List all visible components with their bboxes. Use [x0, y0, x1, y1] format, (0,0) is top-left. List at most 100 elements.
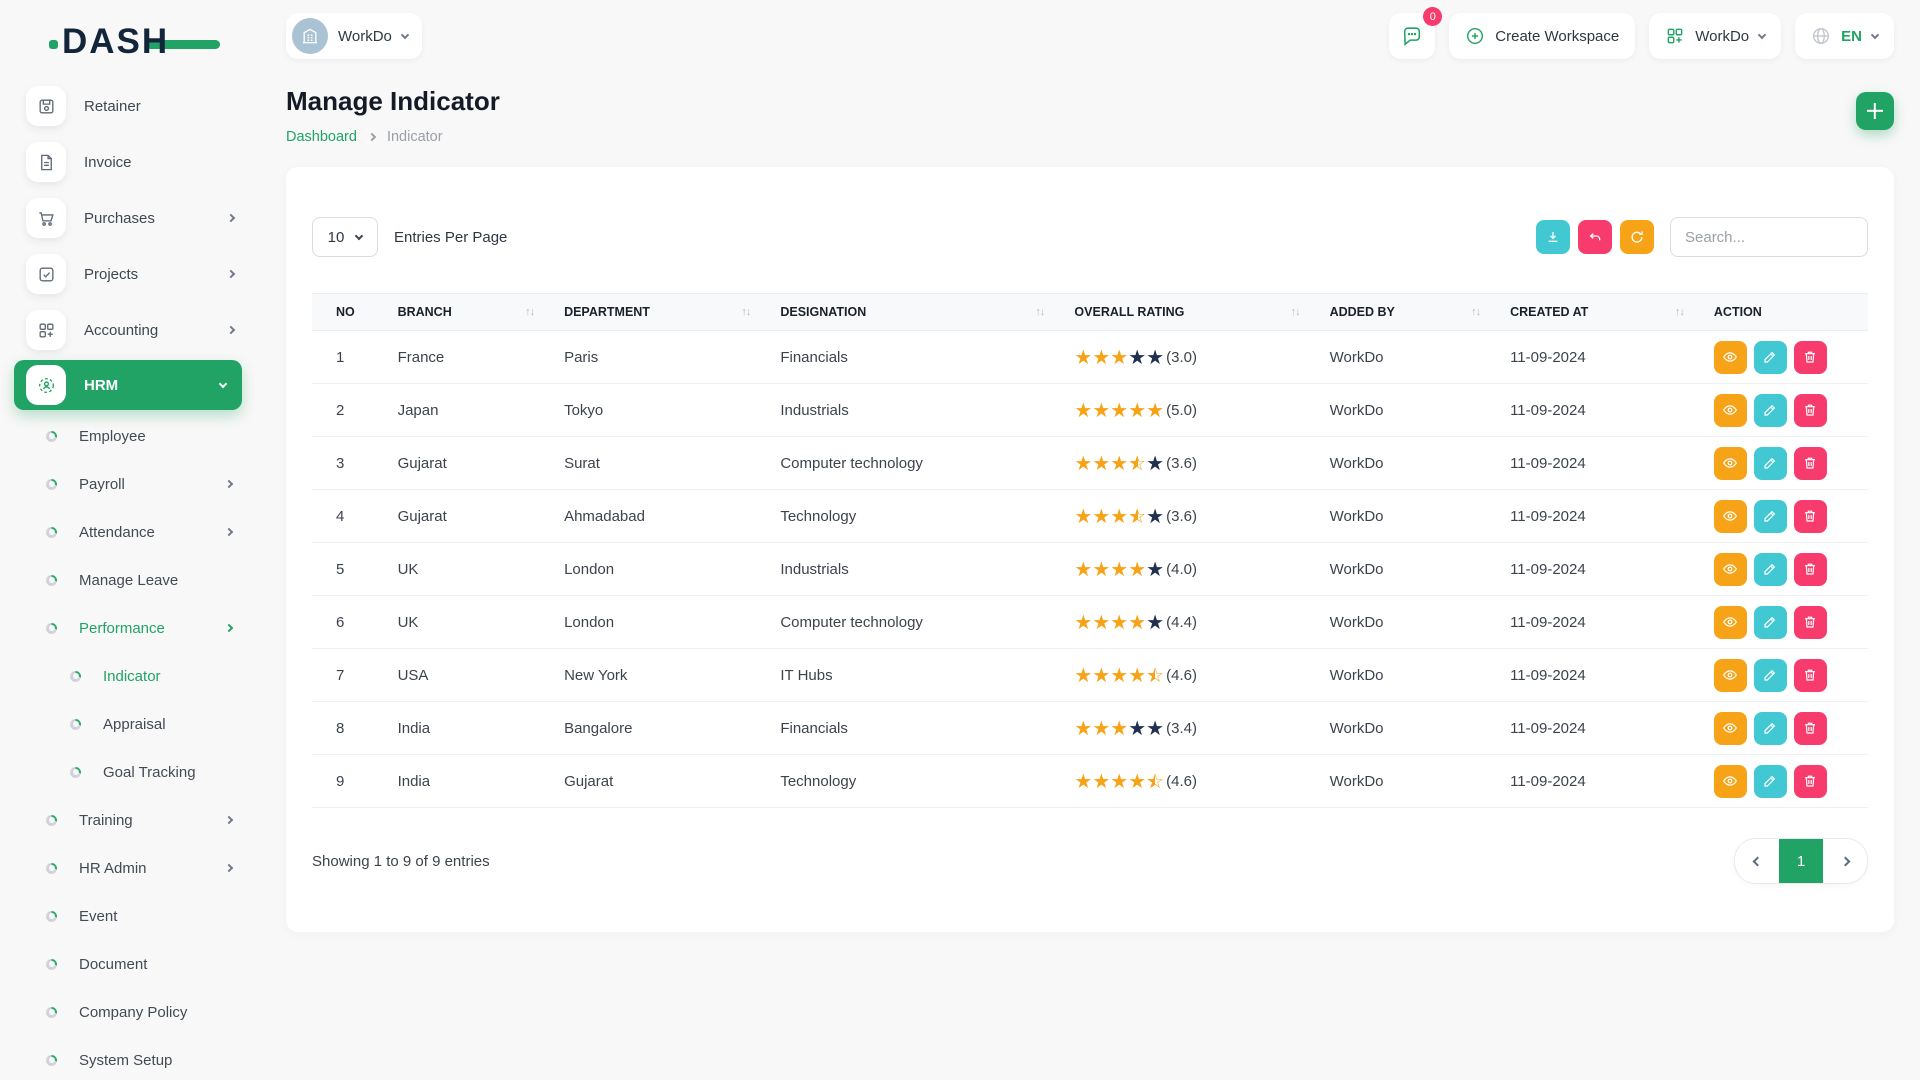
edit-button[interactable] — [1754, 553, 1787, 586]
view-button[interactable] — [1714, 553, 1747, 586]
circle-plus-icon — [1465, 26, 1485, 46]
view-button[interactable] — [1714, 447, 1747, 480]
cell-no: 7 — [312, 649, 398, 702]
cell-department: Tokyo — [564, 384, 780, 437]
sidebar-item-company-policy[interactable]: Company Policy — [0, 988, 256, 1036]
page-1-button[interactable]: 1 — [1779, 839, 1823, 883]
table-toolbar: 10 Entries Per Page — [312, 217, 1868, 257]
sidebar-item-payroll[interactable]: Payroll — [0, 460, 256, 508]
prev-page-button[interactable] — [1735, 839, 1779, 883]
view-button[interactable] — [1714, 659, 1747, 692]
delete-button[interactable] — [1794, 500, 1827, 533]
delete-button[interactable] — [1794, 606, 1827, 639]
add-indicator-button[interactable] — [1856, 92, 1894, 130]
sidebar-item-goal-tracking[interactable]: Goal Tracking — [0, 748, 256, 796]
reset-button[interactable] — [1578, 220, 1612, 254]
sidebar-item-purchases[interactable]: Purchases — [0, 190, 256, 246]
view-button[interactable] — [1714, 712, 1747, 745]
bullet-icon — [70, 719, 81, 730]
messages-button[interactable]: 0 — [1389, 13, 1435, 59]
edit-button[interactable] — [1754, 712, 1787, 745]
delete-button[interactable] — [1794, 341, 1827, 374]
breadcrumb-dashboard-link[interactable]: Dashboard — [286, 129, 357, 145]
edit-button[interactable] — [1754, 765, 1787, 798]
chevron-right-icon — [227, 214, 235, 222]
refresh-button[interactable] — [1620, 220, 1654, 254]
trash-icon — [1802, 773, 1818, 789]
next-page-button[interactable] — [1823, 839, 1867, 883]
search-input[interactable] — [1670, 217, 1868, 257]
cell-branch: France — [398, 331, 564, 384]
delete-button[interactable] — [1794, 394, 1827, 427]
delete-button[interactable] — [1794, 447, 1827, 480]
sidebar-item-performance[interactable]: Performance — [0, 604, 256, 652]
column-label: DESIGNATION — [780, 305, 866, 319]
sidebar-item-hrm[interactable]: HRM — [14, 360, 242, 410]
star-filled-icon: ★ — [1110, 718, 1128, 738]
delete-button[interactable] — [1794, 712, 1827, 745]
sidebar-item-projects[interactable]: Projects — [0, 246, 256, 302]
cell-designation: Industrials — [780, 543, 1074, 596]
main-content: WorkDo 0 Create Workspace WorkDo — [256, 0, 1920, 932]
rating-value: (3.6) — [1166, 455, 1197, 472]
bullet-icon — [46, 527, 57, 538]
sidebar-item-document[interactable]: Document — [0, 940, 256, 988]
column-header-designation[interactable]: DESIGNATION↑↓ — [780, 294, 1074, 331]
sidebar-item-training[interactable]: Training — [0, 796, 256, 844]
column-header-created-at[interactable]: CREATED AT↑↓ — [1510, 294, 1714, 331]
workspace-menu-button[interactable]: WorkDo — [1649, 13, 1781, 59]
sidebar-item-label: Payroll — [79, 476, 125, 493]
sidebar-item-event[interactable]: Event — [0, 892, 256, 940]
entries-per-page-select[interactable]: 10 — [312, 217, 378, 257]
view-button[interactable] — [1714, 394, 1747, 427]
bullet-icon — [46, 623, 57, 634]
cell-department: Bangalore — [564, 702, 780, 755]
sidebar-item-attendance[interactable]: Attendance — [0, 508, 256, 556]
sidebar-item-manage-leave[interactable]: Manage Leave — [0, 556, 256, 604]
sidebar-item-hr-admin[interactable]: HR Admin — [0, 844, 256, 892]
column-header-overall-rating[interactable]: OVERALL RATING↑↓ — [1074, 294, 1329, 331]
delete-button[interactable] — [1794, 765, 1827, 798]
refresh-icon — [1629, 229, 1645, 245]
star-filled-icon: ★ — [1092, 400, 1110, 420]
cell-no: 8 — [312, 702, 398, 755]
view-button[interactable] — [1714, 500, 1747, 533]
edit-button[interactable] — [1754, 659, 1787, 692]
sidebar-item-accounting[interactable]: Accounting — [0, 302, 256, 358]
app-logo[interactable]: DASH — [62, 22, 222, 66]
star-filled-icon: ★ — [1128, 612, 1146, 632]
column-header-branch[interactable]: BRANCH↑↓ — [398, 294, 564, 331]
language-button[interactable]: EN — [1795, 13, 1894, 59]
create-workspace-button[interactable]: Create Workspace — [1449, 13, 1635, 59]
column-header-department[interactable]: DEPARTMENT↑↓ — [564, 294, 780, 331]
delete-button[interactable] — [1794, 553, 1827, 586]
cell-added-by: WorkDo — [1330, 702, 1510, 755]
delete-button[interactable] — [1794, 659, 1827, 692]
building-icon — [300, 26, 320, 46]
floppy-icon — [26, 86, 66, 126]
star-filled-icon: ★ — [1074, 453, 1092, 473]
edit-button[interactable] — [1754, 341, 1787, 374]
view-button[interactable] — [1714, 341, 1747, 374]
view-button[interactable] — [1714, 765, 1747, 798]
export-button[interactable] — [1536, 220, 1570, 254]
column-header-added-by[interactable]: ADDED BY↑↓ — [1330, 294, 1510, 331]
sidebar-item-system-setup[interactable]: System Setup — [0, 1036, 256, 1080]
edit-button[interactable] — [1754, 606, 1787, 639]
sidebar-item-indicator[interactable]: Indicator — [0, 652, 256, 700]
cell-added-by: WorkDo — [1330, 649, 1510, 702]
view-button[interactable] — [1714, 606, 1747, 639]
edit-button[interactable] — [1754, 500, 1787, 533]
cell-overall-rating: ★★★★☆★(4.6) — [1074, 649, 1329, 702]
workspace-switcher[interactable]: WorkDo — [286, 13, 422, 59]
edit-button[interactable] — [1754, 394, 1787, 427]
create-workspace-label: Create Workspace — [1495, 28, 1619, 45]
table-row: 8IndiaBangaloreFinancials★★★★★(3.4)WorkD… — [312, 702, 1868, 755]
cart-icon — [26, 198, 66, 238]
sidebar-item-employee[interactable]: Employee — [0, 412, 256, 460]
star-filled-icon: ★ — [1110, 453, 1128, 473]
sidebar-item-retainer[interactable]: Retainer — [0, 78, 256, 134]
sidebar-item-appraisal[interactable]: Appraisal — [0, 700, 256, 748]
edit-button[interactable] — [1754, 447, 1787, 480]
sidebar-item-invoice[interactable]: Invoice — [0, 134, 256, 190]
